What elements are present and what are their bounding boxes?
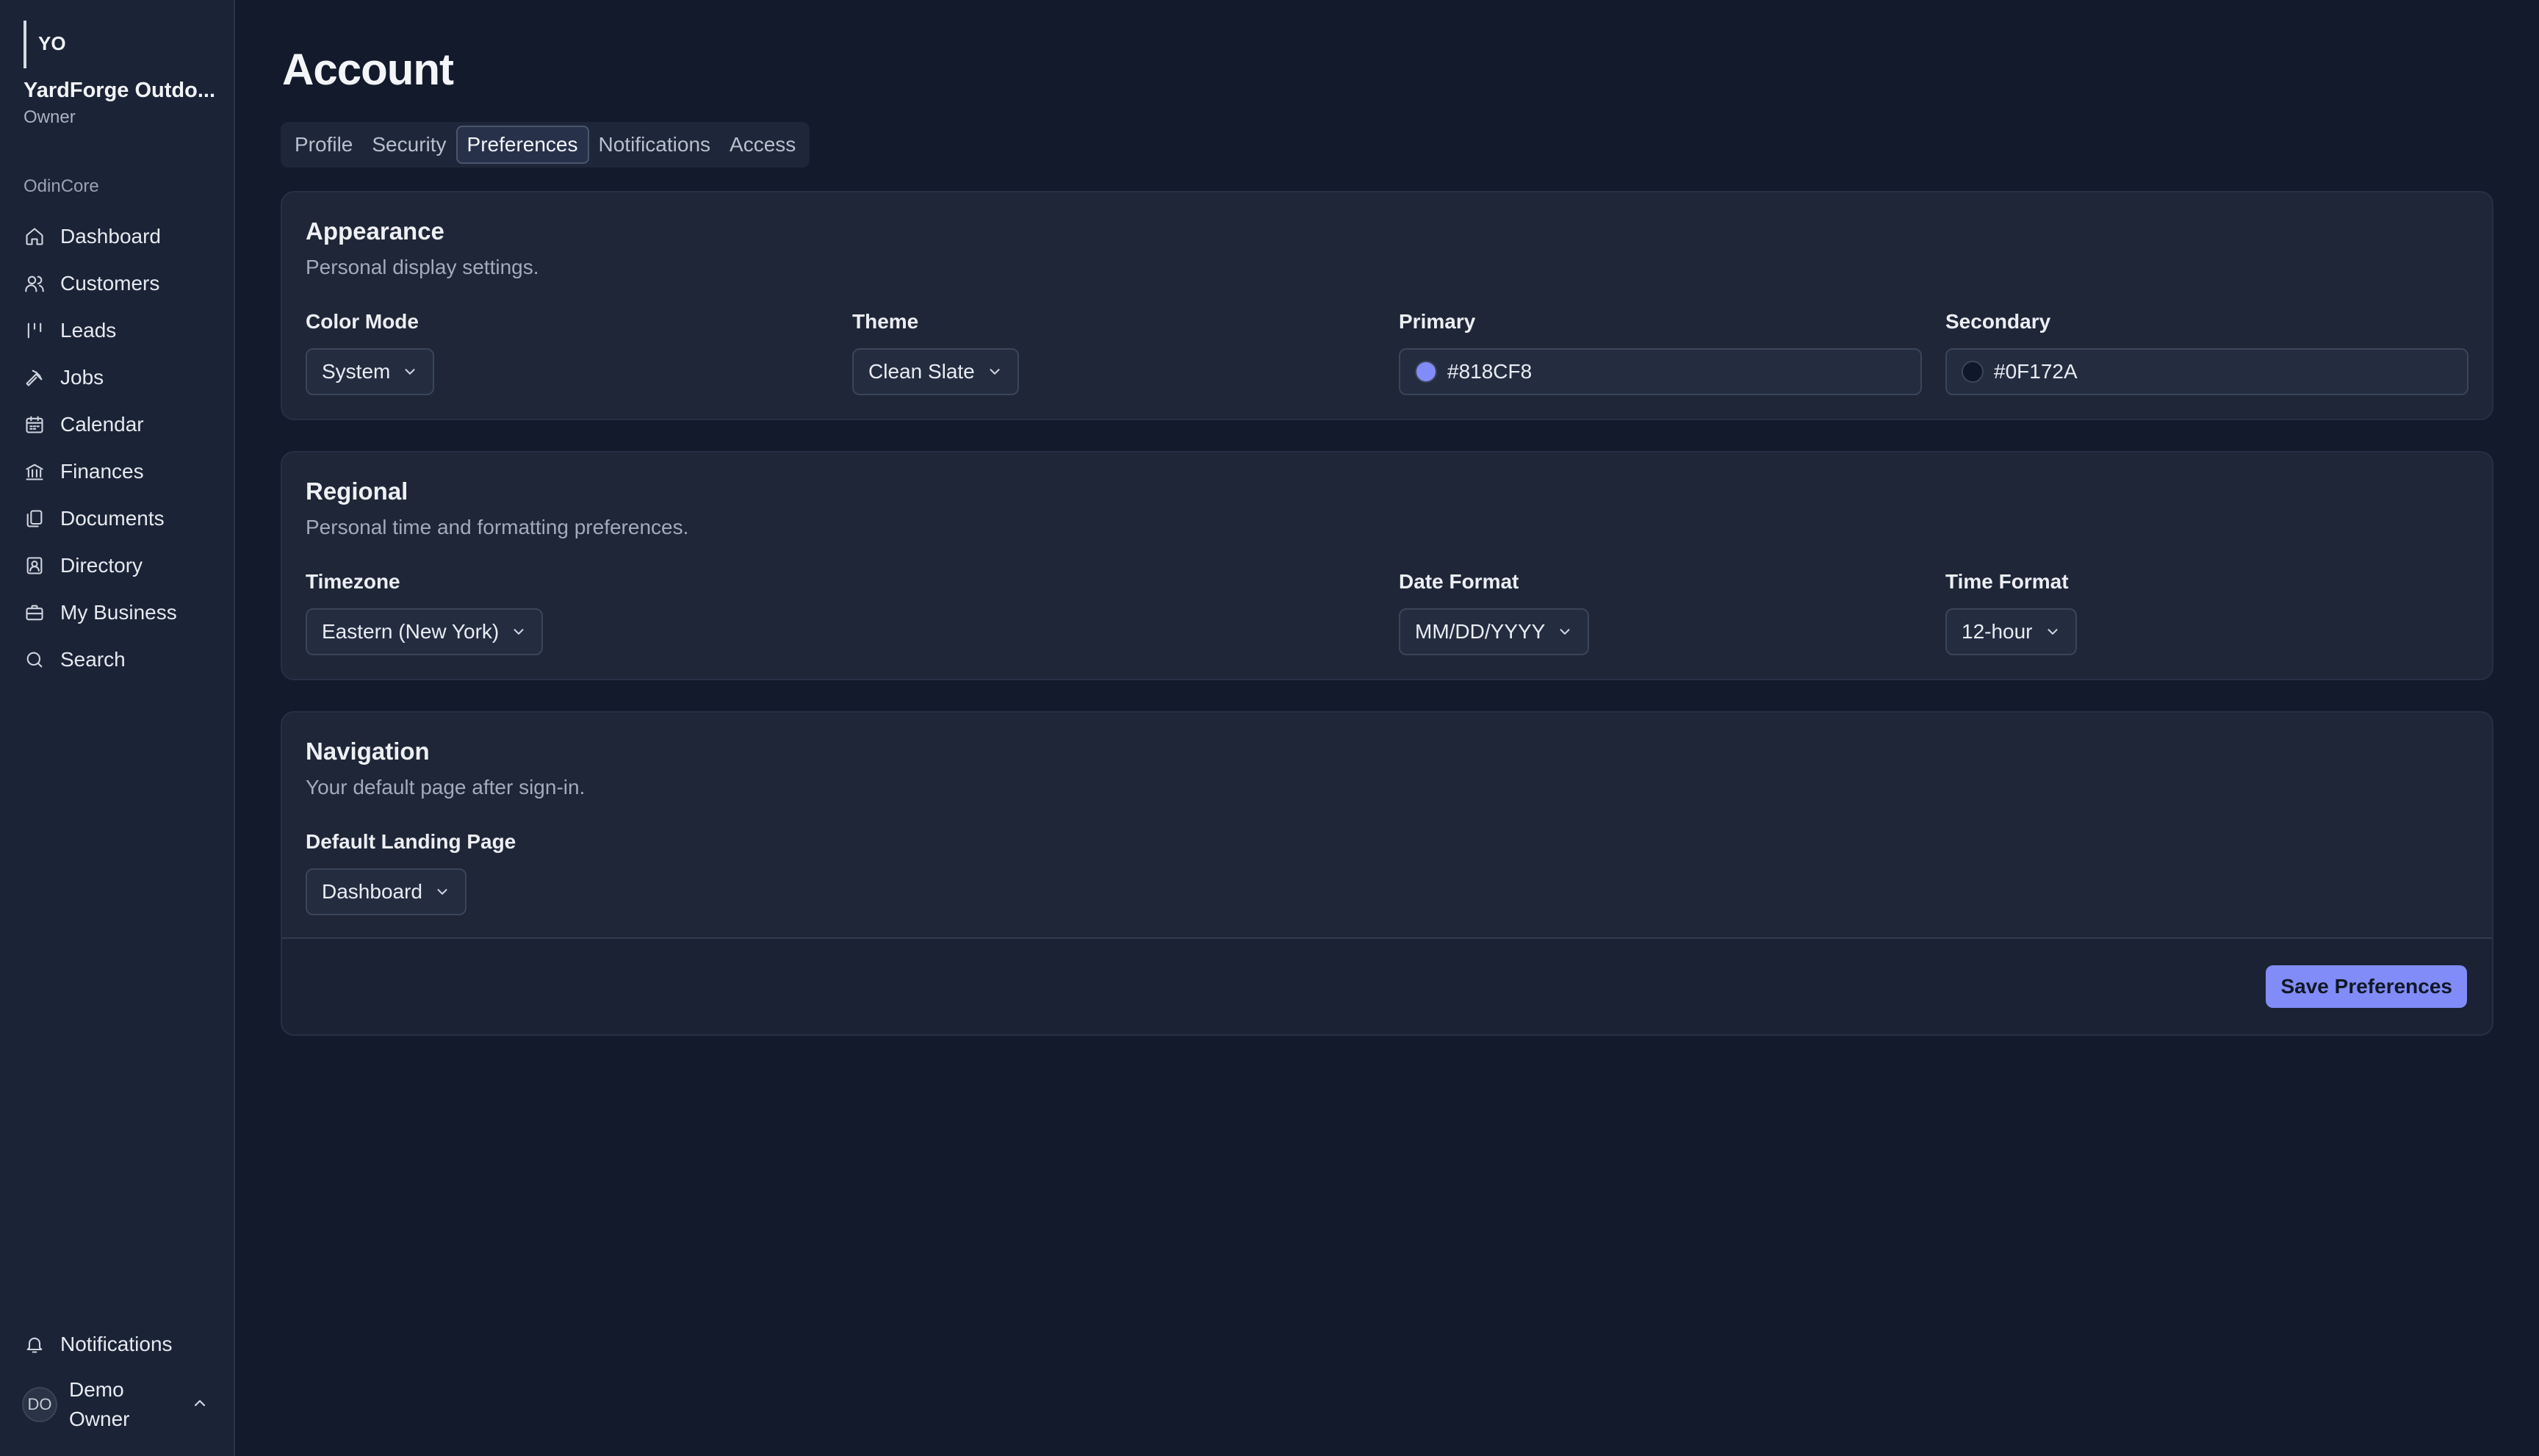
calendar-icon xyxy=(24,414,46,436)
sidebar-item-calendar[interactable]: Calendar xyxy=(16,401,222,448)
select-value: Clean Slate xyxy=(868,360,975,383)
org-switcher[interactable]: YO YardForge Outdo... Owner xyxy=(24,21,222,128)
account-tabs: Profile Security Preferences Notificatio… xyxy=(281,122,810,167)
chevron-down-icon xyxy=(434,884,450,900)
color-value: #0F172A xyxy=(1994,360,2078,383)
appearance-card: Appearance Personal display settings. Co… xyxy=(281,191,2493,420)
secondary-color-label: Secondary xyxy=(1945,310,2051,333)
bell-icon xyxy=(24,1333,46,1355)
sidebar-item-finances[interactable]: Finances xyxy=(16,448,222,495)
time-format-select[interactable]: 12-hour xyxy=(1945,608,2077,655)
user-menu[interactable]: DO Demo Owner xyxy=(22,1375,215,1434)
save-preferences-button[interactable]: Save Preferences xyxy=(2266,965,2467,1008)
color-value: #818CF8 xyxy=(1447,360,1533,383)
sidebar-item-leads[interactable]: Leads xyxy=(16,307,222,354)
sidebar-item-label: Customers xyxy=(60,272,160,295)
org-initials: YO xyxy=(24,21,66,68)
sidebar: YO YardForge Outdo... Owner OdinCore Das… xyxy=(0,0,235,1456)
chevron-down-icon xyxy=(2045,624,2061,640)
user-name: Demo Owner xyxy=(69,1378,130,1430)
select-value: System xyxy=(322,360,391,383)
navigation-card: Navigation Your default page after sign-… xyxy=(281,711,2493,1036)
org-name: YardForge Outdo... xyxy=(24,79,216,102)
chevron-down-icon xyxy=(511,624,527,640)
briefcase-icon xyxy=(24,602,46,624)
sidebar-item-dashboard[interactable]: Dashboard xyxy=(16,213,222,260)
card-description: Personal display settings. xyxy=(306,256,539,278)
home-icon xyxy=(24,226,46,248)
card-title: Regional xyxy=(306,477,408,505)
sidebar-item-label: Dashboard xyxy=(60,225,161,248)
page-title: Account xyxy=(282,45,454,94)
sidebar-item-label: Search xyxy=(60,648,126,671)
landing-page-select[interactable]: Dashboard xyxy=(306,868,467,915)
primary-color-label: Primary xyxy=(1399,310,1476,333)
sidebar-item-label: Directory xyxy=(60,554,143,577)
card-title: Appearance xyxy=(306,217,444,245)
card-footer: Save Preferences xyxy=(282,937,2492,1034)
chevron-up-icon xyxy=(191,1394,209,1416)
select-value: MM/DD/YYYY xyxy=(1415,620,1546,643)
hammer-icon xyxy=(24,367,46,389)
secondary-color-swatch[interactable] xyxy=(1962,361,1984,383)
theme-label: Theme xyxy=(852,310,919,333)
sidebar-item-customers[interactable]: Customers xyxy=(16,260,222,307)
date-format-select[interactable]: MM/DD/YYYY xyxy=(1399,608,1590,655)
users-icon xyxy=(24,273,46,295)
sidebar-item-label: Leads xyxy=(60,319,117,342)
timezone-select[interactable]: Eastern (New York) xyxy=(306,608,544,655)
chevron-down-icon xyxy=(1557,624,1573,640)
select-value: Eastern (New York) xyxy=(322,620,500,643)
secondary-color-input[interactable]: #0F172A xyxy=(1945,348,2468,395)
nav-section-label: OdinCore xyxy=(24,176,99,196)
chevron-down-icon xyxy=(402,364,418,380)
tab-notifications[interactable]: Notifications xyxy=(589,127,721,162)
date-format-label: Date Format xyxy=(1399,570,1519,593)
sidebar-item-label: Calendar xyxy=(60,413,144,436)
sidebar-item-notifications[interactable]: Notifications xyxy=(16,1321,222,1368)
sidebar-item-label: Notifications xyxy=(60,1333,173,1355)
sidebar-nav: Dashboard Customers Leads Jobs Calendar … xyxy=(16,213,222,683)
primary-color-input[interactable]: #818CF8 xyxy=(1399,348,1922,395)
sidebar-item-directory[interactable]: Directory xyxy=(16,542,222,589)
leads-icon xyxy=(24,320,46,342)
color-mode-label: Color Mode xyxy=(306,310,419,333)
documents-icon xyxy=(24,508,46,530)
sidebar-item-search[interactable]: Search xyxy=(16,636,222,683)
main-content: Account Profile Security Preferences Not… xyxy=(235,0,2539,1456)
tab-security[interactable]: Security xyxy=(362,127,455,162)
tab-preferences[interactable]: Preferences xyxy=(455,126,589,164)
color-mode-select[interactable]: System xyxy=(306,348,435,395)
landing-page-label: Default Landing Page xyxy=(306,830,516,853)
search-icon xyxy=(24,649,46,671)
sidebar-footer: Notifications xyxy=(16,1321,222,1368)
regional-card: Regional Personal time and formatting pr… xyxy=(281,451,2493,680)
tab-profile[interactable]: Profile xyxy=(285,127,362,162)
sidebar-item-label: My Business xyxy=(60,601,177,624)
sidebar-item-documents[interactable]: Documents xyxy=(16,495,222,542)
primary-color-swatch[interactable] xyxy=(1415,361,1437,383)
sidebar-item-label: Jobs xyxy=(60,366,104,389)
chevron-down-icon xyxy=(987,364,1003,380)
timezone-label: Timezone xyxy=(306,570,400,593)
time-format-label: Time Format xyxy=(1945,570,2069,593)
tab-access[interactable]: Access xyxy=(720,127,805,162)
theme-select[interactable]: Clean Slate xyxy=(852,348,1019,395)
card-description: Your default page after sign-in. xyxy=(306,776,586,799)
sidebar-item-my-business[interactable]: My Business xyxy=(16,589,222,636)
select-value: Dashboard xyxy=(322,880,422,903)
avatar: DO xyxy=(22,1387,57,1422)
sidebar-item-label: Documents xyxy=(60,507,165,530)
select-value: 12-hour xyxy=(1962,620,2033,643)
org-role: Owner xyxy=(24,107,76,127)
sidebar-item-label: Finances xyxy=(60,460,144,483)
card-description: Personal time and formatting preferences… xyxy=(306,516,689,538)
card-title: Navigation xyxy=(306,738,430,765)
contact-book-icon xyxy=(24,555,46,577)
sidebar-item-jobs[interactable]: Jobs xyxy=(16,354,222,401)
bank-icon xyxy=(24,461,46,483)
